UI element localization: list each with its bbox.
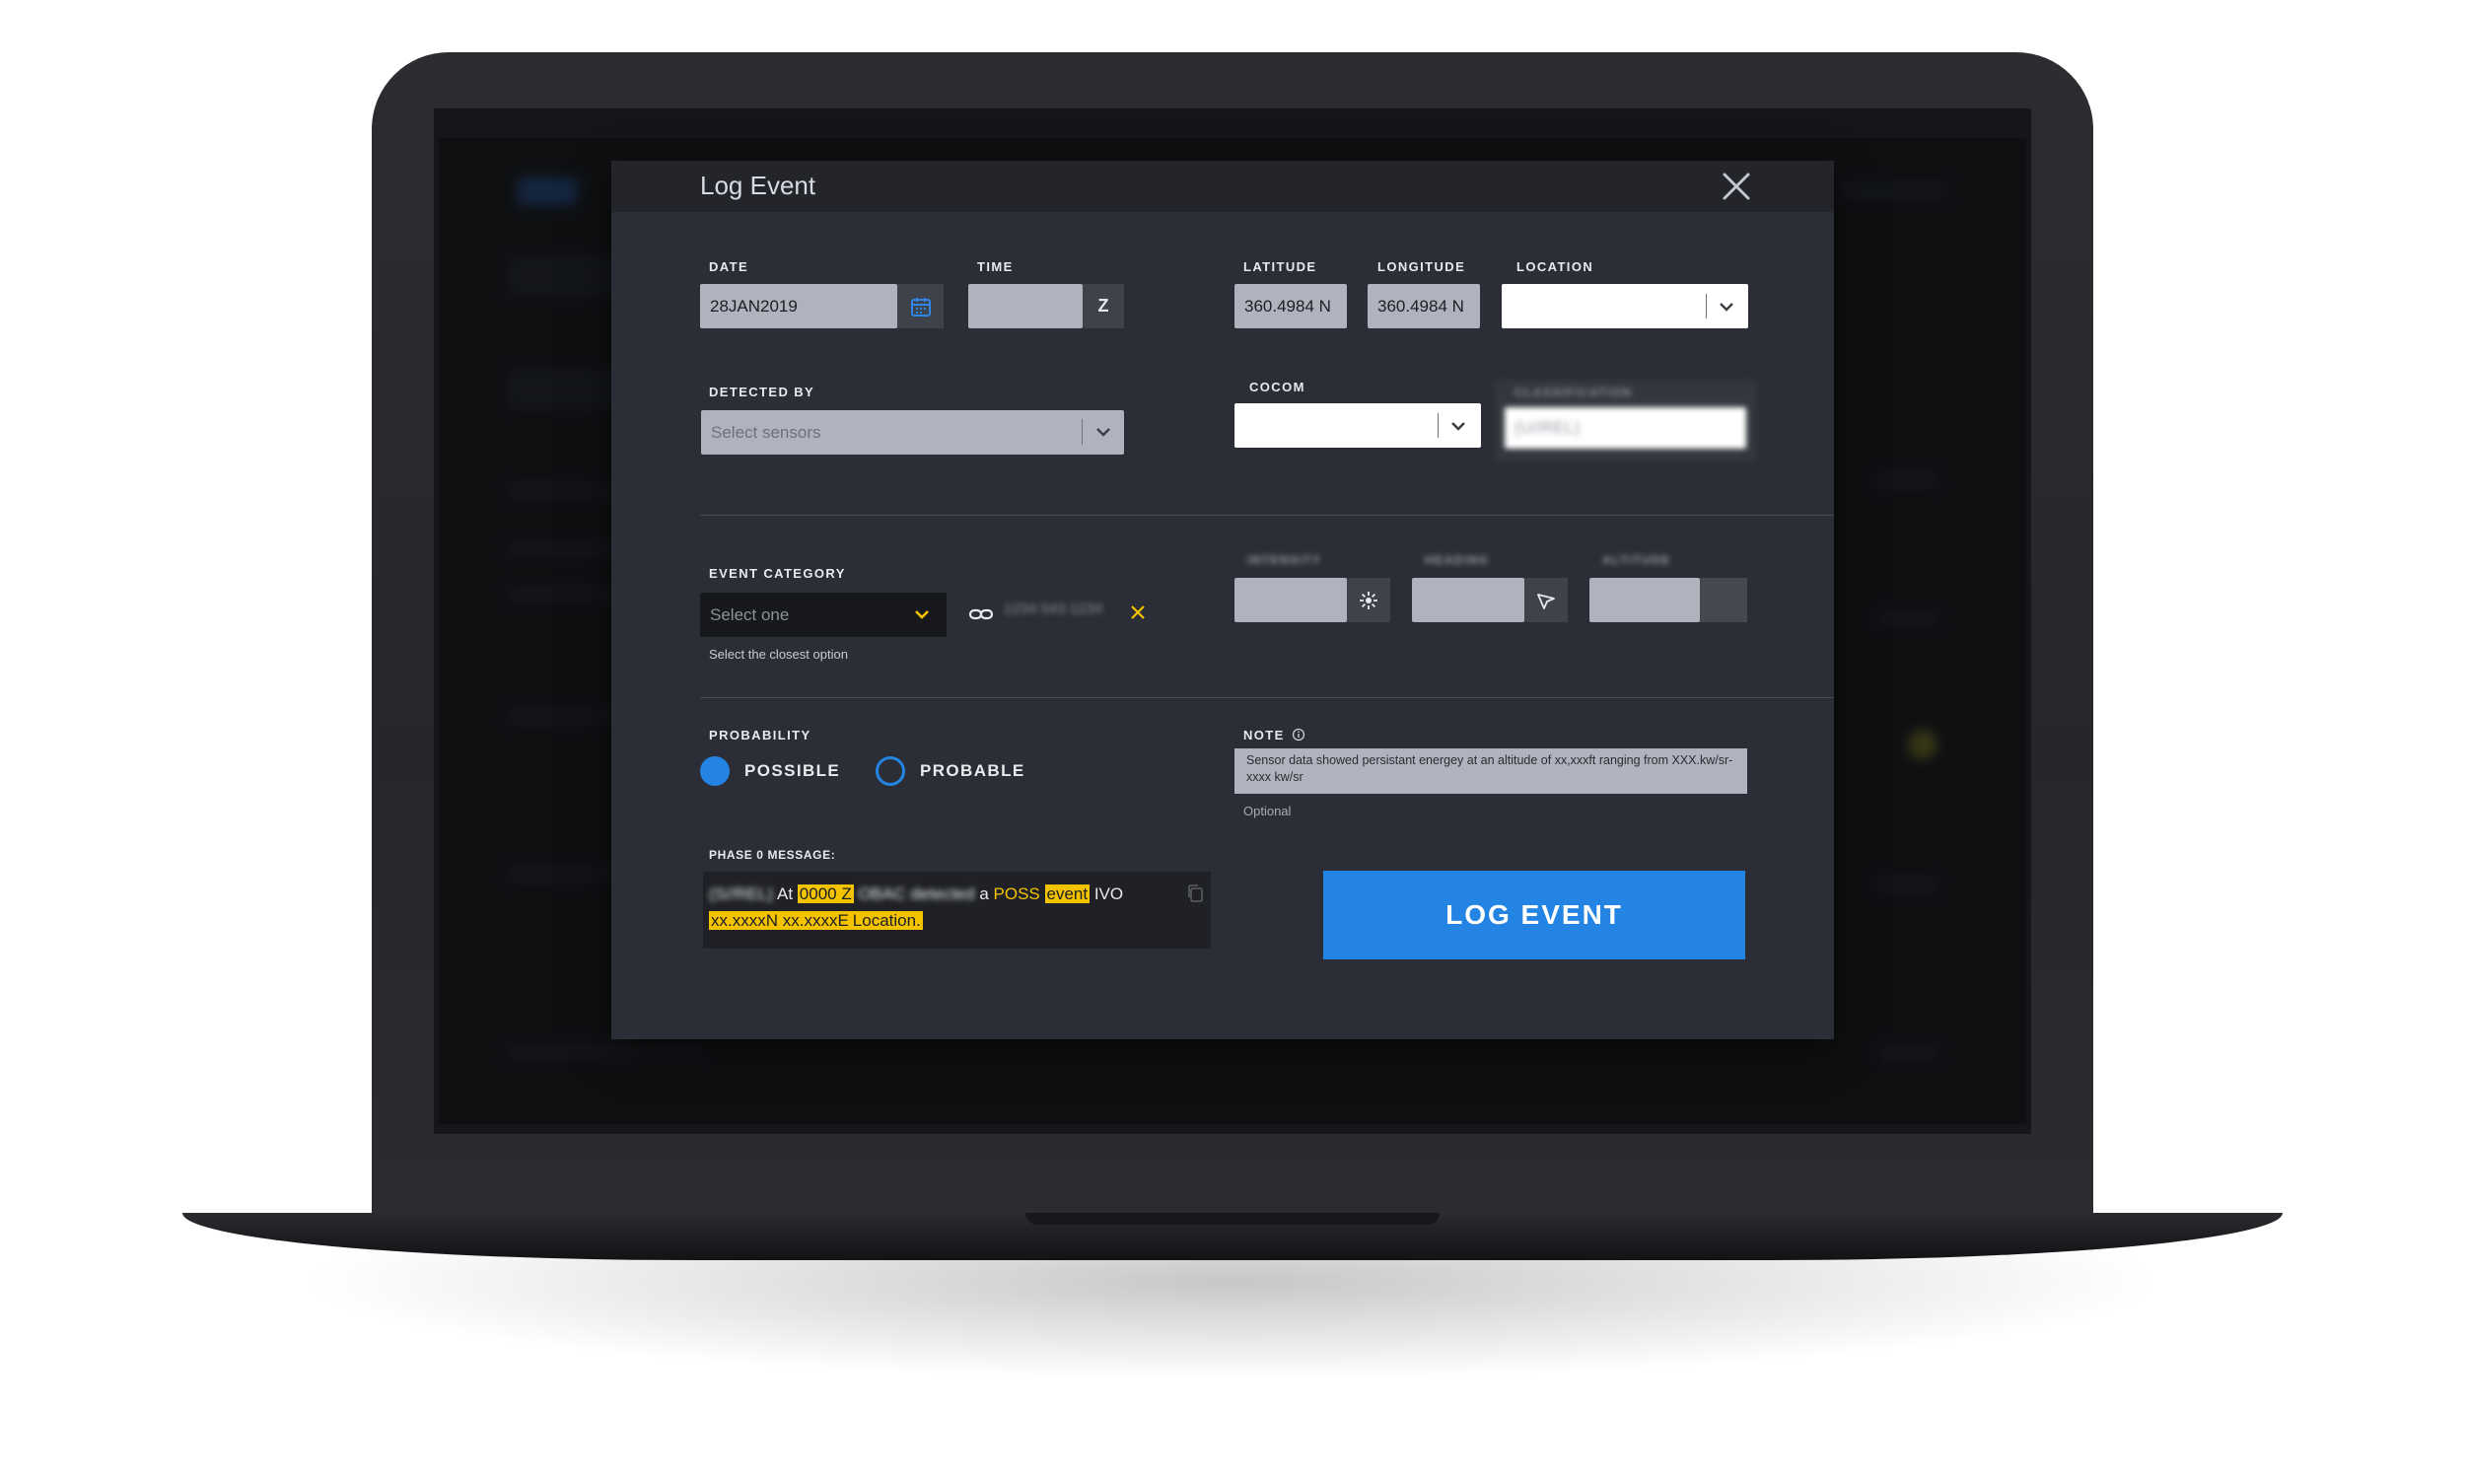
heading-button[interactable]	[1524, 578, 1568, 622]
note-input[interactable]: Sensor data showed persistant energey at…	[1234, 748, 1747, 794]
classification-group: CLASSIFICATION (U//REL)	[1495, 380, 1756, 460]
note-label: NOTE	[1243, 728, 1285, 742]
section-divider	[700, 697, 1834, 698]
latitude-input[interactable]: 360.4984 N	[1234, 284, 1347, 328]
phase-message-label: PHASE 0 MESSAGE:	[709, 848, 836, 862]
brightness-icon	[1360, 591, 1377, 609]
altitude-input[interactable]	[1589, 578, 1700, 622]
linked-event-id: 1234 543 1234	[1004, 601, 1103, 617]
log-event-button[interactable]: LOG EVENT	[1323, 871, 1745, 959]
classification-input[interactable]: (U//REL)	[1505, 407, 1746, 449]
radio-label-possible: POSSIBLE	[744, 761, 841, 780]
longitude-label: LONGITUDE	[1377, 259, 1466, 274]
latitude-label: LATITUDE	[1243, 259, 1317, 274]
chevron-down-icon[interactable]	[1716, 296, 1737, 322]
modal-header: Log Event	[611, 161, 1834, 212]
calendar-button[interactable]	[897, 284, 944, 328]
intensity-button[interactable]	[1347, 578, 1390, 622]
zulu-suffix: Z	[1083, 284, 1124, 328]
heading-label: HEADING	[1425, 553, 1490, 567]
detected-by-label: DETECTED BY	[709, 385, 815, 399]
message-a: a	[979, 884, 989, 903]
altitude-unit	[1700, 578, 1747, 622]
laptop-notch	[1025, 1213, 1440, 1225]
longitude-input[interactable]: 360.4984 N	[1368, 284, 1480, 328]
location-select[interactable]	[1502, 284, 1748, 328]
select-divider	[1438, 413, 1439, 438]
heading-input[interactable]	[1412, 578, 1524, 622]
info-icon[interactable]	[1292, 728, 1305, 746]
message-event: event	[1044, 884, 1091, 903]
time-label: TIME	[977, 259, 1014, 274]
chevron-down-icon[interactable]	[911, 603, 933, 630]
time-input[interactable]	[968, 284, 1083, 328]
copy-icon[interactable]	[1186, 883, 1204, 911]
remove-link-icon[interactable]	[1128, 602, 1148, 627]
date-input[interactable]: 28JAN2019	[700, 284, 897, 328]
detected-by-select[interactable]: Select sensors	[701, 410, 1124, 455]
probability-label: PROBABILITY	[709, 728, 811, 742]
message-location: Location.	[850, 911, 923, 930]
radio-label-probable: PROBABLE	[920, 761, 1025, 780]
intensity-label: INTENSITY	[1247, 553, 1322, 567]
date-label: DATE	[709, 259, 749, 274]
cocom-label: COCOM	[1249, 380, 1305, 394]
message-at: At	[776, 884, 794, 903]
altitude-label: ALTITUDE	[1602, 553, 1671, 567]
event-category-label: EVENT CATEGORY	[709, 566, 846, 581]
direction-icon	[1537, 593, 1555, 609]
log-event-modal: Log Event DATE 28JAN2019 TIME Z LATITUDE…	[611, 161, 1834, 1039]
phase-message-box: (S//REL) At 0000 Z OBAC detected a POSS …	[703, 872, 1211, 949]
note-hint: Optional	[1243, 804, 1292, 818]
modal-title: Log Event	[700, 171, 816, 200]
section-divider	[700, 515, 1834, 516]
message-detected: OBAC detected	[858, 884, 975, 903]
radio-probable[interactable]	[876, 756, 905, 786]
message-ivo: IVO	[1093, 884, 1124, 903]
location-label: LOCATION	[1516, 259, 1594, 274]
select-divider	[1082, 419, 1083, 445]
select-divider	[1706, 294, 1707, 318]
close-icon[interactable]	[1719, 169, 1754, 204]
link-icon[interactable]	[968, 601, 994, 632]
cocom-select[interactable]	[1234, 403, 1481, 448]
message-time: 0000 Z	[797, 884, 854, 903]
chevron-down-icon[interactable]	[1447, 415, 1469, 442]
calendar-icon	[910, 297, 931, 317]
intensity-input[interactable]	[1234, 578, 1347, 622]
chevron-down-icon[interactable]	[1092, 421, 1114, 448]
message-poss: POSS	[993, 884, 1040, 903]
radio-possible[interactable]	[700, 756, 730, 786]
message-coords: xx.xxxxN xx.xxxxE	[709, 911, 851, 930]
event-category-hint: Select the closest option	[709, 647, 848, 662]
event-category-select[interactable]: Select one	[700, 593, 947, 637]
classification-label: CLASSIFICATION	[1514, 386, 1633, 399]
message-classification: (S//REL)	[709, 884, 774, 903]
